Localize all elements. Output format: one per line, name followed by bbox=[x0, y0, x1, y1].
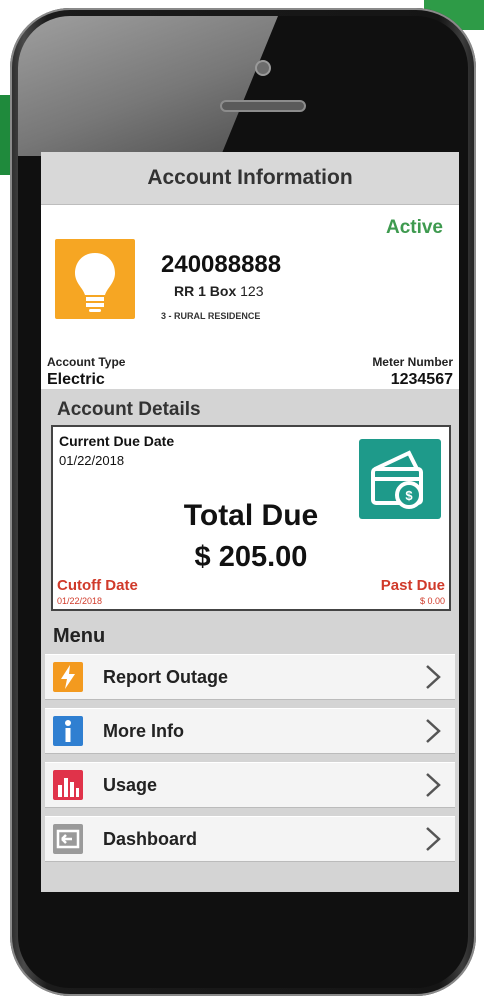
account-details-section: Account Details Current Due Date 01/22/2… bbox=[41, 389, 459, 621]
account-header: Active 240088888 RR 1 Box 123 3 - RURAL … bbox=[41, 205, 459, 349]
menu-item-label: Dashboard bbox=[103, 828, 198, 849]
current-due-date-label: Current Due Date bbox=[59, 433, 175, 449]
speaker-grille bbox=[220, 100, 306, 112]
menu-item-dashboard[interactable]: Dashboard bbox=[45, 816, 455, 862]
info-icon bbox=[53, 716, 83, 746]
service-address: RR 1 Box 123 bbox=[174, 283, 263, 299]
lightbulb-icon bbox=[55, 239, 135, 319]
total-due-label: Total Due bbox=[183, 499, 319, 532]
past-due-amount: $ 0.00 bbox=[419, 596, 445, 606]
menu-item-more-info[interactable]: More Info bbox=[45, 708, 455, 754]
account-details-title: Account Details bbox=[57, 399, 201, 420]
current-due-date-value: 01/22/2018 bbox=[59, 453, 125, 468]
chevron-right-icon bbox=[426, 719, 441, 743]
chevron-right-icon bbox=[426, 773, 441, 797]
account-meta: Account Type Electric Meter Number 12345… bbox=[41, 349, 459, 389]
title-bar: Account Information bbox=[41, 152, 459, 205]
dashboard-icon bbox=[53, 824, 83, 854]
menu-item-label: Usage bbox=[103, 774, 158, 795]
rate-class: 3 - RURAL RESIDENCE bbox=[161, 311, 261, 321]
chevron-right-icon bbox=[426, 827, 441, 851]
menu-item-usage[interactable]: Usage bbox=[45, 762, 455, 808]
phone-glare bbox=[18, 16, 278, 156]
lightning-bolt-icon bbox=[53, 662, 83, 692]
meter-number-value: 1234567 bbox=[390, 371, 453, 388]
past-due-label: Past Due bbox=[380, 577, 445, 594]
menu-item-report-outage[interactable]: Report Outage bbox=[45, 654, 455, 700]
camera-icon bbox=[255, 60, 271, 76]
page-title: Account Information bbox=[147, 166, 353, 189]
status-badge: Active bbox=[385, 217, 443, 238]
account-type-label: Account Type bbox=[47, 355, 126, 369]
menu-section: Menu Report Outage More Info Usage Dashb… bbox=[41, 621, 459, 892]
cutoff-date-label: Cutoff Date bbox=[57, 577, 138, 594]
account-number: 240088888 bbox=[161, 251, 282, 278]
phone-bottom-bezel bbox=[18, 908, 468, 988]
menu-title: Menu bbox=[53, 625, 106, 647]
chevron-right-icon bbox=[426, 665, 441, 689]
cutoff-date-value: 01/22/2018 bbox=[57, 596, 103, 606]
address-number: 123 bbox=[240, 283, 264, 299]
account-type-value: Electric bbox=[47, 371, 105, 388]
menu-item-label: Report Outage bbox=[103, 666, 229, 687]
bar-chart-icon bbox=[53, 770, 83, 800]
account-details-card: Current Due Date 01/22/2018 $ Total Due … bbox=[51, 425, 451, 611]
meter-number-label: Meter Number bbox=[372, 355, 453, 369]
total-due-amount: $ 205.00 bbox=[194, 541, 308, 573]
app-screen: Account Information Active 240088888 RR … bbox=[41, 152, 459, 892]
address-prefix: RR 1 Box bbox=[174, 283, 237, 299]
menu-item-label: More Info bbox=[103, 720, 184, 741]
